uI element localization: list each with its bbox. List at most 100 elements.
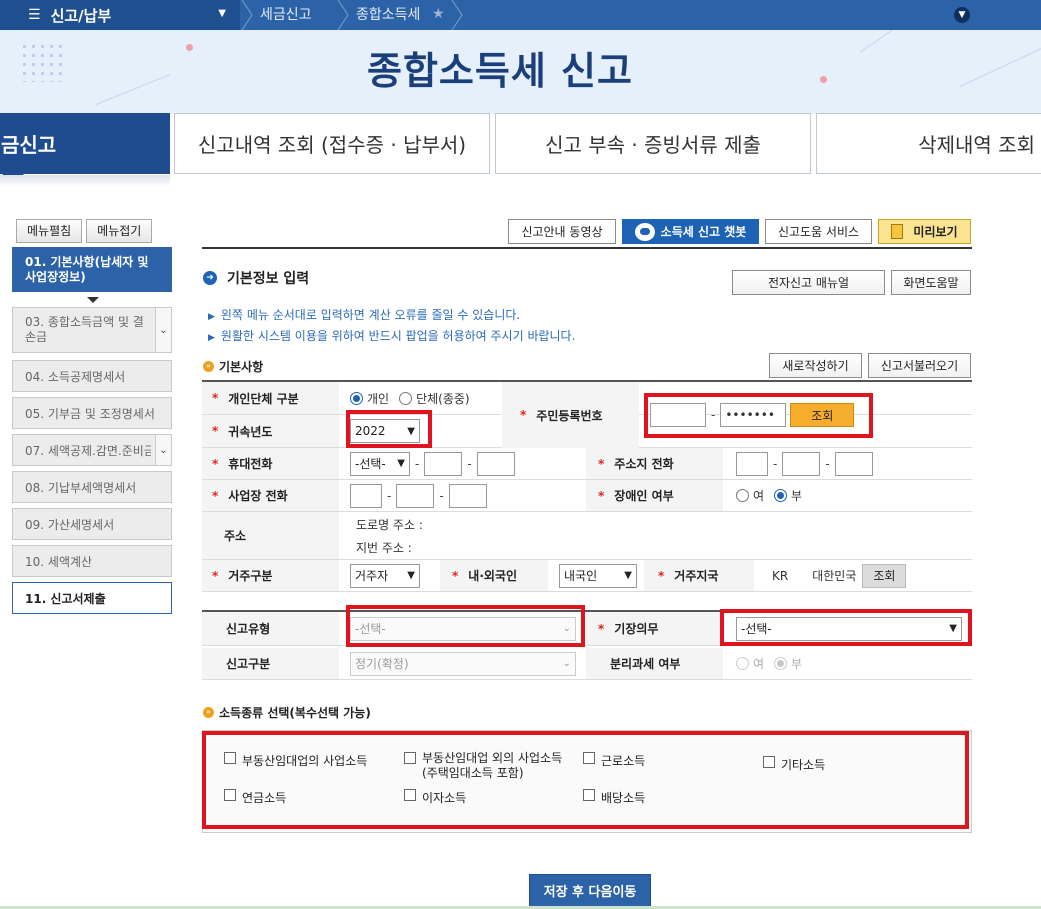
mobile-middle-input[interactable] [424, 451, 463, 476]
chevron-down-icon[interactable]: ⌄ [155, 435, 171, 465]
resident-select[interactable]: 거주자 ▼ [350, 563, 420, 588]
sidebar-item-tax-calc[interactable]: 10. 세액계산 [12, 545, 172, 577]
arrow-right-icon: ➜ [203, 271, 217, 285]
screen-help-button[interactable]: 화면도움말 [891, 270, 971, 295]
preview-button[interactable]: 미리보기 [878, 219, 971, 244]
resident-label: * 거주구분 [202, 560, 339, 591]
sidebar-item-donation[interactable]: 05. 기부금 및 조정명세서 [12, 397, 172, 429]
tab-history[interactable]: 신고내역 조회 (접수증 · 납부서) [174, 113, 490, 174]
person-radio[interactable] [350, 391, 363, 405]
income-interest[interactable]: 이자소득 [404, 789, 466, 806]
income-real-estate[interactable]: 부동산임대업의 사업소득 [224, 752, 367, 769]
sidebar-item-tax-credit[interactable]: 07. 세액공제.감면.준비금 ⌄ [12, 434, 172, 466]
checkbox[interactable] [583, 789, 595, 801]
page-banner: 종합소득세 신고 [0, 30, 1041, 114]
chevron-right-icon: » [203, 361, 214, 372]
rrn-lookup-button[interactable]: 조회 [790, 403, 855, 427]
tab-filing[interactable]: 금신고 [0, 113, 170, 185]
new-form-button[interactable]: 새로작성하기 [769, 353, 862, 378]
mobile-last-input[interactable] [476, 451, 515, 476]
form-row: * 휴대전화 -선택- ▼ - - * 주소지 전화 - - [202, 448, 972, 480]
sidebar-item-income-amount[interactable]: 03. 종합소득금액 및 결손금 ⌄ [12, 307, 172, 353]
document-icon [891, 224, 904, 239]
chevron-down-icon: ▼ [624, 570, 632, 581]
checkbox[interactable] [224, 789, 236, 801]
section-title: ➜ 기본정보 입력 [203, 268, 309, 288]
chevron-down-icon: ⌄ [562, 658, 571, 669]
manual-button[interactable]: 전자신고 매뉴얼 [732, 270, 885, 295]
checkbox[interactable] [404, 789, 416, 801]
help-service-button[interactable]: 신고도움 서비스 [765, 219, 872, 244]
rrn-label: * 주민등록번호 [502, 382, 639, 448]
biz-phone-area-input[interactable] [350, 483, 382, 508]
lot-address: 지번 주소 : [356, 540, 412, 555]
breadcrumb-tax-report[interactable]: 세금신고 [260, 0, 312, 30]
menu-expand-button[interactable]: 메뉴펼침 [16, 219, 83, 243]
breadcrumb-income-tax[interactable]: 종합소득세 [356, 0, 420, 30]
tab-deleted[interactable]: 삭제내역 조회 [816, 113, 1041, 174]
year-label: * 귀속년도 [202, 415, 339, 447]
nation-type-select[interactable]: 내국인 ▼ [559, 563, 637, 588]
income-other[interactable]: 기타소득 [763, 756, 825, 773]
sidebar-toggle-buttons: 메뉴펼침 메뉴접기 [16, 219, 153, 243]
chevron-down-icon[interactable]: ⌄ [155, 308, 171, 352]
country-label: * 거주지국 [644, 560, 754, 591]
disabled-no-radio[interactable] [774, 489, 788, 502]
person-type-label: * 개인단체 구분 [202, 382, 339, 414]
filing-type-select[interactable]: -선택- ⌄ [350, 616, 576, 641]
menu-toggle[interactable]: ☰ 신고/납부 ▼ [0, 0, 240, 30]
bookkeeping-label: * 기장의무 [586, 612, 723, 645]
guide-video-button[interactable]: 신고안내 동영상 [508, 219, 616, 244]
home-phone-area-input[interactable] [736, 451, 768, 476]
income-dividend[interactable]: 배당소득 [583, 789, 645, 806]
mobile-label: * 휴대전화 [202, 448, 339, 479]
triangle-right-icon: ▶ [208, 312, 215, 322]
breadcrumb-separator-icon [336, 0, 350, 30]
breadcrumb-separator-icon [240, 0, 254, 30]
year-select[interactable]: 2022 ▼ [350, 419, 420, 443]
income-business[interactable]: 부동산임대업 외의 사업소득 (주택임대소득 포함) [404, 751, 562, 781]
chatbot-icon [634, 222, 655, 241]
checkbox[interactable] [763, 756, 775, 768]
sidebar-item-prepaid-tax[interactable]: 08. 기납부세액명세서 [12, 471, 172, 503]
disabled-yes-radio[interactable] [736, 489, 749, 502]
sidebar-item-basic-info[interactable]: 01. 기본사항(납세자 및 사업장정보) [12, 247, 172, 292]
mobile-prefix-select[interactable]: -선택- ▼ [350, 451, 410, 476]
income-pension[interactable]: 연금소득 [224, 789, 286, 806]
address-label: 주소 [202, 512, 339, 559]
biz-phone-last-input[interactable] [448, 483, 487, 508]
home-phone-last-input[interactable] [834, 451, 873, 476]
save-next-button[interactable]: 저장 후 다음이동 [529, 874, 651, 907]
filing-kind-select[interactable]: 정기(확정) ⌄ [350, 651, 576, 676]
bookkeeping-select[interactable]: -선택- ▼ [736, 616, 962, 641]
income-earned[interactable]: 근로소득 [583, 752, 645, 769]
checkbox[interactable] [583, 752, 595, 764]
home-phone-middle-input[interactable] [782, 451, 821, 476]
biz-phone-middle-input[interactable] [396, 483, 435, 508]
star-icon[interactable]: ★ [432, 6, 445, 22]
group-radio[interactable] [399, 391, 413, 405]
form-row: 주소 도로명 주소 : 지번 주소 : [202, 512, 972, 560]
menu-collapse-button[interactable]: 메뉴접기 [86, 219, 153, 243]
income-type-title: » 소득종류 선택(복수선택 가능) [203, 704, 371, 721]
sidebar-item-penalty-tax[interactable]: 09. 가산세명세서 [12, 508, 172, 540]
home-phone-label: * 주소지 전화 [586, 448, 723, 479]
tab-shadow [0, 175, 170, 187]
rrn-front-input[interactable] [650, 403, 706, 427]
chatbot-button[interactable]: 소득세 신고 챗봇 [622, 219, 759, 244]
separate-tax-label: 분리과세 여부 [586, 648, 723, 679]
chevron-down-icon[interactable]: ▼ [954, 7, 970, 23]
country-lookup-button[interactable]: 조회 [862, 563, 907, 588]
separate-tax-yes-radio[interactable] [736, 657, 749, 670]
rrn-back-input[interactable]: ••••••• [720, 403, 787, 427]
checkbox[interactable] [404, 752, 416, 764]
sidebar-item-submit[interactable]: 11. 신고서제출 [12, 582, 172, 614]
breadcrumb-separator-icon [450, 0, 464, 30]
tab-attachments[interactable]: 신고 부속 · 증빙서류 제출 [495, 113, 811, 174]
separate-tax-no-radio[interactable] [774, 657, 788, 670]
sidebar-item-deduction[interactable]: 04. 소득공제명세서 [12, 360, 172, 392]
basic-info-form: * 개인단체 구분 개인 단체(종중) * 귀속년도 2022 ▼ * 주민등록번호 -… [202, 380, 972, 680]
load-form-button[interactable]: 신고서불러오기 [868, 353, 971, 378]
form-row: 신고유형 -선택- ⌄ * 기장의무 -선택- ▼ [202, 610, 972, 646]
checkbox[interactable] [224, 752, 236, 764]
